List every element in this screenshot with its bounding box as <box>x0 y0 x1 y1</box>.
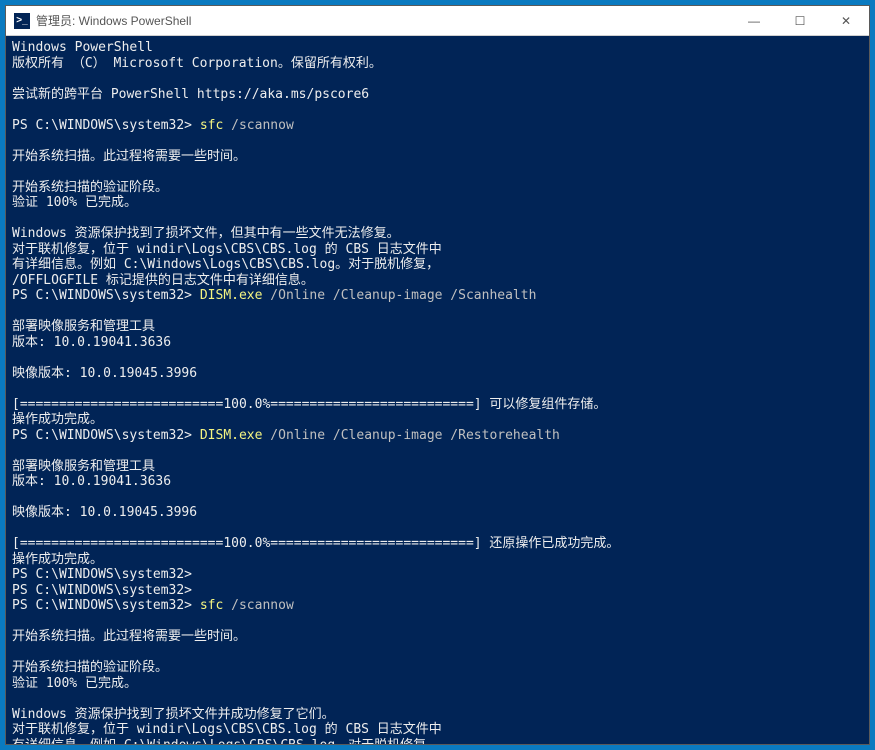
output-line: 版本: 10.0.19041.3636 <box>12 335 863 351</box>
command-args: /scannow <box>223 118 293 133</box>
blank-line <box>12 71 863 87</box>
blank-line <box>12 350 863 366</box>
output-line: [==========================100.0%=======… <box>12 536 863 552</box>
blank-line <box>12 645 863 661</box>
blank-line <box>12 443 863 459</box>
output-line: 部署映像服务和管理工具 <box>12 319 863 335</box>
output-line: 有详细信息。例如 C:\Windows\Logs\CBS\CBS.log。对于脱… <box>12 257 863 273</box>
close-button[interactable]: ✕ <box>823 6 869 35</box>
blank-line <box>12 614 863 630</box>
command-args: /scannow <box>223 598 293 613</box>
output-line: 对于联机修复，位于 windir\Logs\CBS\CBS.log 的 CBS … <box>12 242 863 258</box>
blank-line <box>12 691 863 707</box>
output-line: 验证 100% 已完成。 <box>12 195 863 211</box>
output-line: 开始系统扫描。此过程将需要一些时间。 <box>12 149 863 165</box>
prompt-text: PS C:\WINDOWS\system32> <box>12 118 200 133</box>
prompt-text: PS C:\WINDOWS\system32> <box>12 288 200 303</box>
output-line: 开始系统扫描的验证阶段。 <box>12 660 863 676</box>
blank-line <box>12 304 863 320</box>
output-line: Windows 资源保护找到了损坏文件，但其中有一些文件无法修复。 <box>12 226 863 242</box>
blank-line <box>12 211 863 227</box>
output-line: 验证 100% 已完成。 <box>12 676 863 692</box>
blank-line <box>12 381 863 397</box>
powershell-window: >_ 管理员: Windows PowerShell — ☐ ✕ Windows… <box>5 5 870 745</box>
command-name: sfc <box>200 598 223 613</box>
command-name: DISM.exe <box>200 428 263 443</box>
app-icon-glyph: >_ <box>16 15 27 26</box>
blank-line <box>12 521 863 537</box>
output-line: 尝试新的跨平台 PowerShell https://aka.ms/pscore… <box>12 87 863 103</box>
output-line: 有详细信息。例如 C:\Windows\Logs\CBS\CBS.log。对于脱… <box>12 738 863 745</box>
command-name: sfc <box>200 118 223 133</box>
command-args: /Online /Cleanup-image /Restorehealth <box>262 428 559 443</box>
window-controls: — ☐ ✕ <box>731 6 869 35</box>
app-icon: >_ <box>14 13 30 29</box>
prompt-line: PS C:\WINDOWS\system32> DISM.exe /Online… <box>12 428 863 444</box>
prompt-line: PS C:\WINDOWS\system32> <box>12 567 863 583</box>
prompt-text: PS C:\WINDOWS\system32> <box>12 567 192 582</box>
terminal-output[interactable]: Windows PowerShell版权所有 （C） Microsoft Cor… <box>6 36 869 744</box>
blank-line <box>12 164 863 180</box>
output-line: 对于联机修复，位于 windir\Logs\CBS\CBS.log 的 CBS … <box>12 722 863 738</box>
output-line: 版本: 10.0.19041.3636 <box>12 474 863 490</box>
output-line: 操作成功完成。 <box>12 412 863 428</box>
prompt-line: PS C:\WINDOWS\system32> DISM.exe /Online… <box>12 288 863 304</box>
output-line: 版权所有 （C） Microsoft Corporation。保留所有权利。 <box>12 56 863 72</box>
prompt-text: PS C:\WINDOWS\system32> <box>12 428 200 443</box>
maximize-button[interactable]: ☐ <box>777 6 823 35</box>
minimize-button[interactable]: — <box>731 6 777 35</box>
output-line: 映像版本: 10.0.19045.3996 <box>12 366 863 382</box>
output-line: 部署映像服务和管理工具 <box>12 459 863 475</box>
blank-line <box>12 102 863 118</box>
output-line: Windows 资源保护找到了损坏文件并成功修复了它们。 <box>12 707 863 723</box>
blank-line <box>12 133 863 149</box>
output-line: 映像版本: 10.0.19045.3996 <box>12 505 863 521</box>
output-line: [==========================100.0%=======… <box>12 397 863 413</box>
prompt-text: PS C:\WINDOWS\system32> <box>12 598 200 613</box>
output-line: 操作成功完成。 <box>12 552 863 568</box>
prompt-line: PS C:\WINDOWS\system32> sfc /scannow <box>12 598 863 614</box>
prompt-line: PS C:\WINDOWS\system32> <box>12 583 863 599</box>
prompt-line: PS C:\WINDOWS\system32> sfc /scannow <box>12 118 863 134</box>
titlebar[interactable]: >_ 管理员: Windows PowerShell — ☐ ✕ <box>6 6 869 36</box>
blank-line <box>12 490 863 506</box>
output-line: 开始系统扫描。此过程将需要一些时间。 <box>12 629 863 645</box>
prompt-text: PS C:\WINDOWS\system32> <box>12 583 192 598</box>
command-args: /Online /Cleanup-image /Scanhealth <box>262 288 536 303</box>
output-line: 开始系统扫描的验证阶段。 <box>12 180 863 196</box>
command-name: DISM.exe <box>200 288 263 303</box>
output-line: Windows PowerShell <box>12 40 863 56</box>
window-title: 管理员: Windows PowerShell <box>36 12 731 29</box>
output-line: /OFFLOGFILE 标记提供的日志文件中有详细信息。 <box>12 273 863 289</box>
